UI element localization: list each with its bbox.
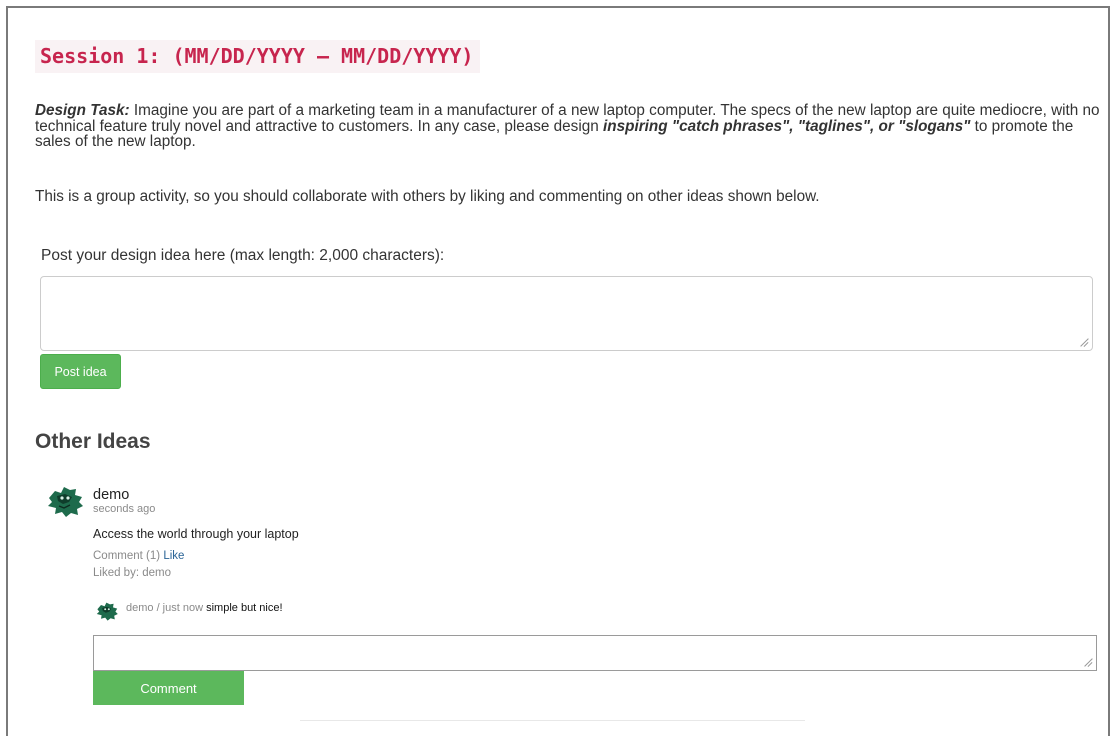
- post-idea-label: Post your design idea here (max length: …: [41, 247, 445, 264]
- divider: [300, 720, 805, 721]
- design-task-emphasis: inspiring "catch phrases", "taglines", o…: [603, 117, 971, 135]
- comment-avatar-icon: [96, 602, 118, 621]
- idea-actions: Comment (1) Like: [93, 550, 184, 562]
- session-title: Session 1: (MM/DD/YYYY – MM/DD/YYYY): [35, 40, 481, 73]
- comment-input[interactable]: [93, 635, 1097, 671]
- comment-meta: demo / just now: [126, 602, 204, 614]
- liked-by-text: Liked by: demo: [93, 567, 171, 579]
- idea-text: Access the world through your laptop: [93, 527, 299, 541]
- idea-input[interactable]: [40, 276, 1093, 351]
- avatar-icon: [48, 487, 83, 517]
- design-task-text: Design Task: Imagine you are part of a m…: [35, 103, 1103, 150]
- group-activity-note: This is a group activity, so you should …: [35, 188, 820, 205]
- idea-input-resize-handle[interactable]: [1080, 338, 1088, 346]
- comment-count-link[interactable]: Comment (1): [93, 550, 160, 562]
- idea-author[interactable]: demo: [93, 487, 129, 503]
- comment-input-resize-handle[interactable]: [1084, 658, 1092, 666]
- comment-item: demo / just now simple but nice!: [126, 602, 283, 614]
- post-idea-button[interactable]: Post idea: [40, 354, 121, 389]
- design-task-label: Design Task:: [35, 102, 130, 119]
- idea-timestamp: seconds ago: [93, 503, 156, 515]
- comment-button[interactable]: Comment: [93, 671, 244, 705]
- comment-text: simple but nice!: [206, 602, 283, 614]
- like-link[interactable]: Like: [163, 550, 184, 562]
- other-ideas-heading: Other Ideas: [35, 430, 151, 453]
